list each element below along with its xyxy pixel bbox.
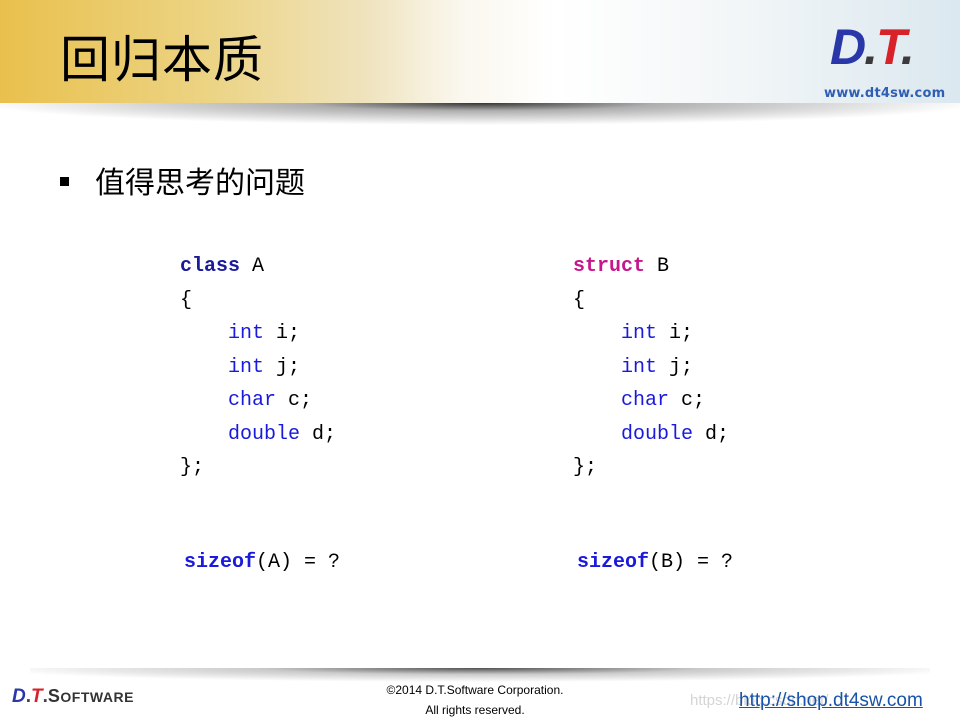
keyword-class: class [180,255,241,278]
code-line-decl: struct B [573,250,729,284]
footer-logo-t: T [31,686,43,707]
member-name: c; [276,389,313,412]
type-keyword: int [228,355,265,379]
sizeof-question-a: sizeof(A) = ? [184,551,340,574]
code-line-member: char c; [573,384,729,418]
code-line-open-brace: { [180,288,193,312]
code-line-member: char c; [180,384,336,418]
shop-link[interactable]: http://shop.dt4sw.com [739,690,923,712]
sizeof-question-b: sizeof(B) = ? [577,551,733,574]
bullet-square-icon [60,176,69,186]
copyright-notice: ©2014 D.T.Software Corporation. All righ… [340,680,610,720]
code-line-member: int i; [180,317,336,351]
keyword-struct: struct [573,255,646,278]
member-name: j; [264,355,301,379]
dt-software-logo: D.T.SOFTWARE [12,686,134,708]
footer-logo-d: D [12,686,26,707]
type-keyword: double [621,422,694,446]
code-line-decl: class A [180,250,336,284]
footer-logo-s: S [47,686,61,706]
class-name: A [252,255,265,278]
sizeof-keyword: sizeof [184,551,257,574]
bullet-text: 值得思考的问题 [95,166,305,201]
member-name: j; [657,355,694,379]
struct-name: B [657,255,670,278]
code-line-close-brace: }; [573,456,598,479]
logo-website-url[interactable]: www.dt4sw.com [824,86,945,101]
sizeof-expression: (A) = ? [256,551,341,574]
code-line-close-brace: }; [180,456,205,479]
type-keyword: char [621,389,670,412]
header-shadow-divider [0,103,960,125]
code-line-member: int j; [573,351,729,385]
logo-letter-t: T [876,19,903,75]
member-name: d; [300,422,337,446]
type-keyword: int [621,355,658,379]
logo-dot: . [900,19,915,75]
logo-letter-d: D [830,19,866,75]
member-name: c; [669,389,706,412]
type-keyword: int [228,322,265,345]
code-block-class-a: class A { int i; int j; char c; double d;… [180,250,336,485]
sizeof-expression: (B) = ? [649,551,734,574]
copyright-line-1: ©2014 D.T.Software Corporation. [386,683,564,697]
type-keyword: double [228,422,301,446]
type-keyword: int [621,322,658,345]
logo-dot: . [864,19,878,75]
footer-logo-software: SOFTWARE [47,686,134,706]
code-line-member: int j; [180,351,336,385]
code-line-member: double d; [573,418,729,452]
bullet-item: 值得思考的问题 [60,158,305,202]
dt-logo: D.T. www.dt4sw.com [824,18,954,103]
code-line-member: int i; [573,317,729,351]
footer-logo-oftware: OFTWARE [60,689,134,705]
code-line-member: double d; [180,418,336,452]
type-keyword: char [228,389,277,412]
dt-logo-mark: D.T. [830,18,915,76]
sizeof-keyword: sizeof [577,551,650,574]
code-line-open-brace: { [573,288,586,312]
code-block-struct-b: struct B { int i; int j; char c; double d… [573,250,729,485]
member-name: d; [693,422,730,446]
page-title: 回归本质 [60,31,264,89]
member-name: i; [264,322,301,345]
copyright-line-2: All rights reserved. [425,703,525,717]
member-name: i; [657,322,694,345]
